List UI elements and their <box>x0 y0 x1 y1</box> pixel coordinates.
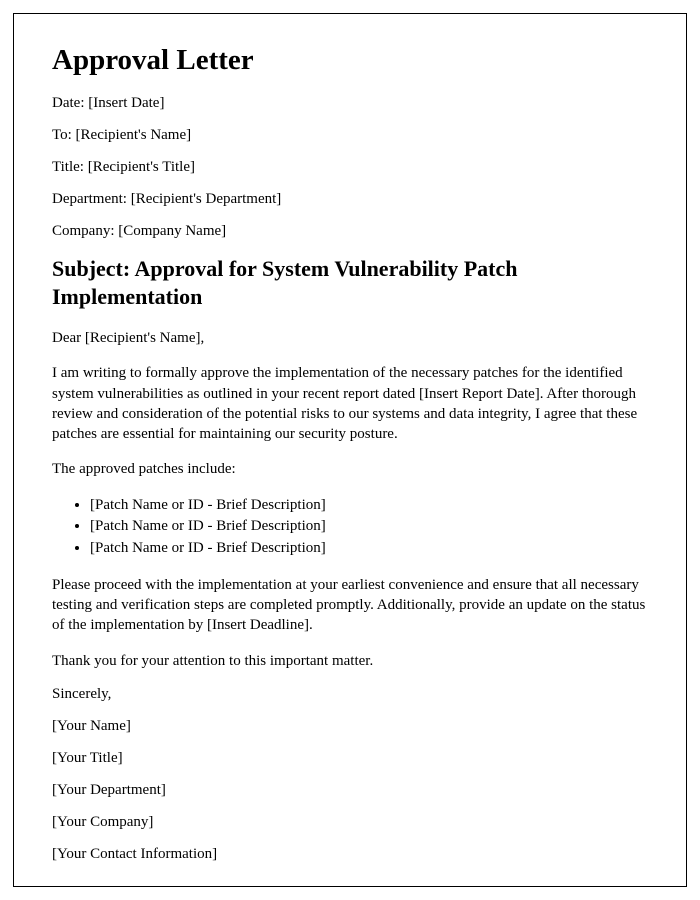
date-line: Date: [Insert Date] <box>52 95 648 112</box>
body-paragraph-2: Please proceed with the implementation a… <box>52 575 648 636</box>
document-page: Approval Letter Date: [Insert Date] To: … <box>13 13 687 887</box>
department-line: Department: [Recipient's Department] <box>52 191 648 208</box>
document-title: Approval Letter <box>52 44 648 77</box>
signature-company: [Your Company] <box>52 814 648 831</box>
date-label: Date: <box>52 95 84 111</box>
to-value: [Recipient's Name] <box>76 127 192 143</box>
signature-contact: [Your Contact Information] <box>52 846 648 863</box>
to-label: To: <box>52 127 72 143</box>
department-label: Department: <box>52 191 127 207</box>
patches-intro: The approved patches include: <box>52 459 648 479</box>
company-value: [Company Name] <box>118 223 226 239</box>
to-line: To: [Recipient's Name] <box>52 127 648 144</box>
closing: Sincerely, <box>52 686 648 703</box>
body-paragraph-3: Thank you for your attention to this imp… <box>52 651 648 671</box>
company-label: Company: <box>52 223 115 239</box>
salutation: Dear [Recipient's Name], <box>52 328 648 348</box>
title-value: [Recipient's Title] <box>88 159 195 175</box>
date-value: [Insert Date] <box>88 95 164 111</box>
title-line: Title: [Recipient's Title] <box>52 159 648 176</box>
title-label: Title: <box>52 159 84 175</box>
list-item: [Patch Name or ID - Brief Description] <box>90 495 648 517</box>
list-item: [Patch Name or ID - Brief Description] <box>90 538 648 560</box>
patches-list: [Patch Name or ID - Brief Description] [… <box>90 495 648 560</box>
signature-department: [Your Department] <box>52 782 648 799</box>
list-item: [Patch Name or ID - Brief Description] <box>90 516 648 538</box>
department-value: [Recipient's Department] <box>131 191 282 207</box>
body-paragraph-1: I am writing to formally approve the imp… <box>52 363 648 444</box>
company-line: Company: [Company Name] <box>52 223 648 240</box>
signature-name: [Your Name] <box>52 718 648 735</box>
signature-title: [Your Title] <box>52 750 648 767</box>
subject-line: Subject: Approval for System Vulnerabili… <box>52 255 648 310</box>
